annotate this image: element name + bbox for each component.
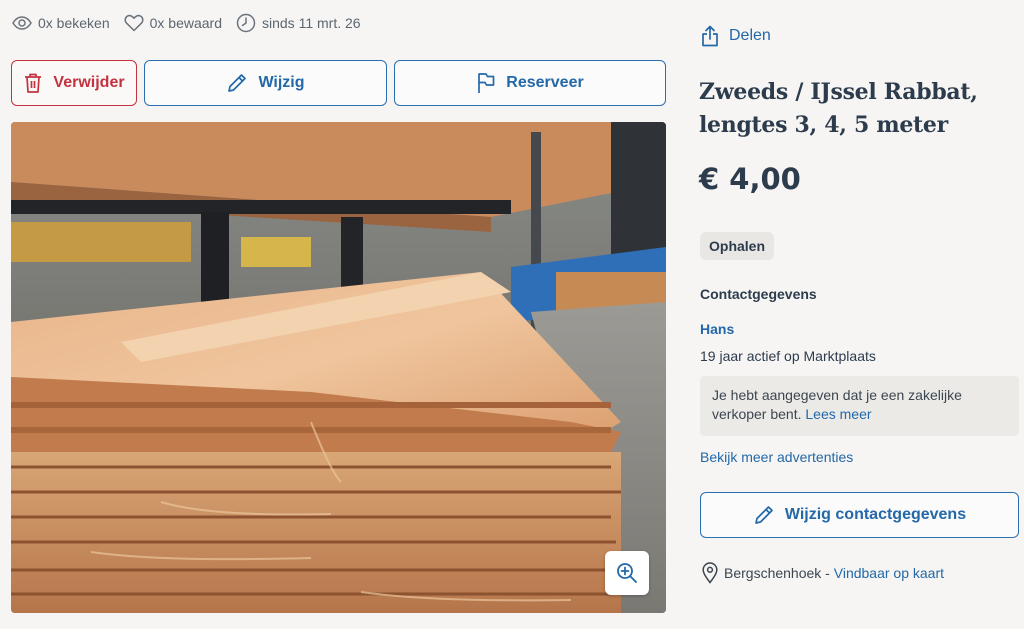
since-stat: sinds 11 mrt. 26 bbox=[236, 13, 361, 33]
location-separator: - bbox=[821, 565, 834, 581]
seller-name-link[interactable]: Hans bbox=[700, 321, 734, 337]
clock-icon bbox=[236, 13, 256, 33]
edit-button[interactable]: Wijzig bbox=[144, 60, 387, 106]
share-label: Delen bbox=[729, 27, 771, 44]
pencil-icon bbox=[755, 506, 773, 524]
seller-location: Bergschenhoek - Vindbaar op kaart bbox=[702, 561, 944, 585]
views-stat: 0x bekeken bbox=[12, 15, 110, 31]
more-ads-link[interactable]: Bekijk meer advertenties bbox=[700, 449, 853, 465]
listing-title-line-1: Zweeds / IJssel Rabbat, bbox=[699, 79, 978, 105]
share-link[interactable]: Delen bbox=[701, 22, 771, 50]
since-date: sinds 11 mrt. 26 bbox=[262, 15, 361, 31]
edit-contact-button[interactable]: Wijzig contactgegevens bbox=[700, 492, 1019, 538]
zoom-button[interactable] bbox=[605, 551, 649, 595]
listing-photo[interactable] bbox=[11, 122, 666, 613]
saved-stat: 0x bewaard bbox=[124, 14, 222, 32]
delivery-badge: Ophalen bbox=[700, 232, 775, 260]
edit-button-label: Wijzig bbox=[258, 74, 305, 91]
listing-title-line-2: lengtes 3, 4, 5 meter bbox=[699, 112, 948, 138]
flag-icon bbox=[478, 73, 495, 93]
reserve-button[interactable]: Reserveer bbox=[394, 60, 666, 106]
reserve-button-label: Reserveer bbox=[506, 74, 584, 91]
location-city: Bergschenhoek bbox=[724, 565, 822, 581]
views-count: 0x bekeken bbox=[38, 15, 110, 31]
business-seller-notice: Je hebt aangegeven dat je een zakelijke … bbox=[700, 376, 1019, 436]
eye-icon bbox=[12, 16, 32, 30]
timber-planks-image bbox=[11, 122, 666, 613]
contact-heading: Contactgegevens bbox=[700, 286, 817, 302]
saved-count: 0x bewaard bbox=[149, 15, 222, 31]
heart-icon bbox=[124, 14, 144, 32]
share-icon bbox=[702, 25, 718, 47]
listing-price: € 4,00 bbox=[699, 162, 801, 196]
read-more-link[interactable]: Lees meer bbox=[805, 406, 871, 422]
trash-icon bbox=[25, 73, 42, 93]
listing-stats: 0x bekeken 0x bewaard sinds 11 mrt. 26 bbox=[12, 10, 375, 36]
delete-button-label: Verwijder bbox=[53, 74, 125, 91]
delete-button[interactable]: Verwijder bbox=[11, 60, 137, 106]
listing-title: Zweeds / IJssel Rabbat, lengtes 3, 4, 5 … bbox=[699, 76, 1019, 142]
zoom-in-icon bbox=[617, 563, 637, 583]
seller-active-text: 19 jaar actief op Marktplaats bbox=[700, 348, 876, 364]
location-pin-icon bbox=[702, 562, 718, 584]
pencil-icon bbox=[228, 74, 247, 92]
map-link[interactable]: Vindbaar op kaart bbox=[834, 565, 944, 581]
edit-contact-label: Wijzig contactgegevens bbox=[784, 506, 967, 523]
